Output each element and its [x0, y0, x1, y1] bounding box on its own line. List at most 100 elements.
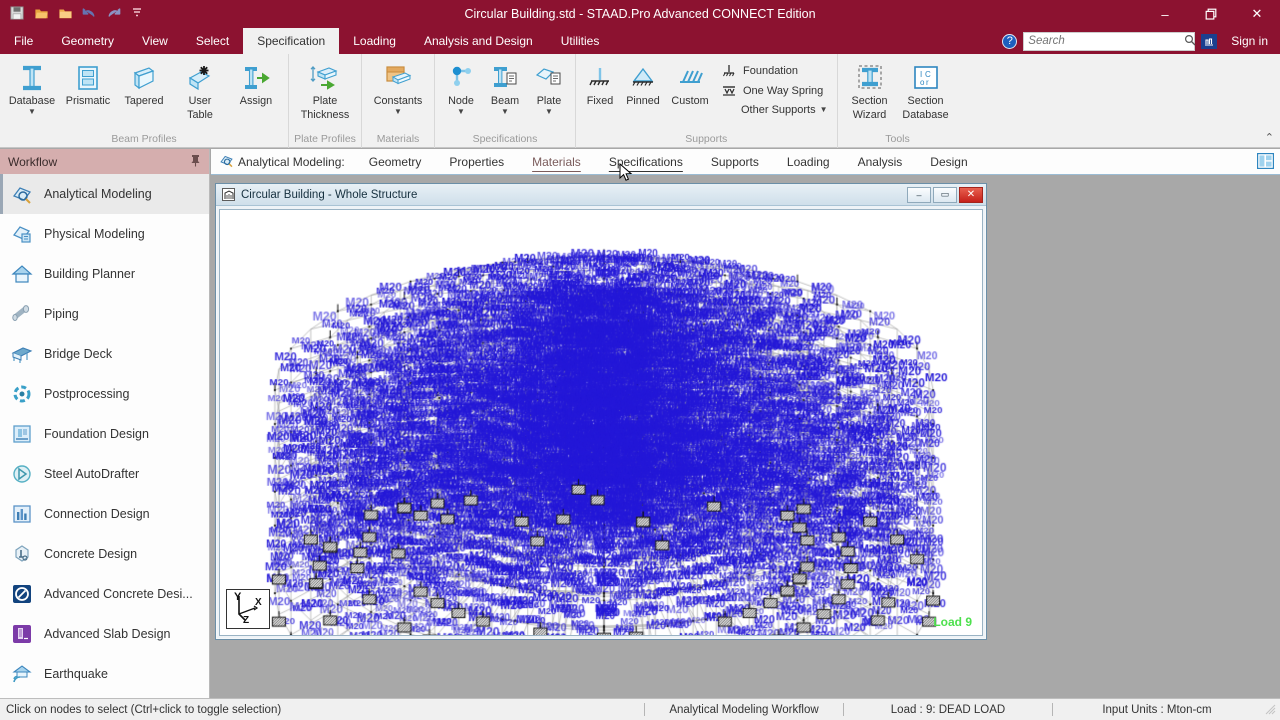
ribbon-collapse-icon[interactable]: ⌃	[1265, 131, 1274, 144]
tab-supports[interactable]: Supports	[697, 149, 773, 175]
sidebar-item-advanced-slab-design[interactable]: Advanced Slab Design	[0, 614, 209, 654]
sidebar-item-label: Bridge Deck	[44, 347, 113, 361]
user-table-icon	[187, 62, 213, 94]
mdi-close-button[interactable]: ✕	[959, 186, 983, 203]
status-load: Load : 9: DEAD LOAD	[890, 703, 1006, 716]
beam-spec-button[interactable]: Beam ▼	[484, 57, 526, 115]
window-close-button[interactable]: ✕	[1234, 0, 1280, 28]
prismatic-button[interactable]: Prismatic	[61, 57, 115, 108]
sidebar-item-steel-autodrafter[interactable]: Steel AutoDrafter	[0, 454, 209, 494]
sign-in-button[interactable]: Sign in	[1223, 34, 1276, 48]
sidebar-item-label: Steel AutoDrafter	[44, 467, 140, 481]
status-divider	[1052, 703, 1053, 716]
section-database-icon: ICor	[911, 62, 941, 94]
menu-item-file[interactable]: File	[0, 28, 47, 54]
tab-materials[interactable]: Materials	[518, 149, 595, 175]
fixed-support-button[interactable]: Fixed	[581, 57, 619, 108]
sidebar-item-building-planner[interactable]: Building Planner	[0, 254, 209, 294]
analytical-modeling-icon	[219, 153, 234, 171]
chevron-down-icon[interactable]: ▼	[394, 107, 402, 115]
sidebar-item-piping[interactable]: Piping	[0, 294, 209, 334]
beam-spec-label: Beam	[490, 95, 520, 107]
section-database-label-1: Section	[907, 95, 944, 107]
chevron-down-icon[interactable]: ▼	[501, 107, 509, 115]
search-input[interactable]	[1028, 35, 1185, 47]
pinned-support-button[interactable]: Pinned	[621, 57, 665, 108]
tab-loading[interactable]: Loading	[773, 149, 844, 175]
menu-item-loading[interactable]: Loading	[339, 28, 410, 54]
svg-text:o: o	[920, 78, 925, 87]
menu-item-specification[interactable]: Specification	[243, 28, 340, 54]
ribbon-group-label-supports: Supports	[685, 133, 728, 145]
bentley-logo-icon[interactable]	[1201, 33, 1218, 49]
sidebar-item-foundation-design[interactable]: Foundation Design	[0, 414, 209, 454]
help-icon[interactable]: ?	[1002, 33, 1018, 49]
sidebar-item-label: Concrete Design	[44, 547, 138, 561]
structure-model-canvas[interactable]	[220, 210, 982, 635]
building-planner-icon	[10, 262, 34, 286]
menu-item-analysis-and-design[interactable]: Analysis and Design	[410, 28, 547, 54]
resize-grip-icon[interactable]	[1264, 703, 1278, 717]
chevron-down-icon[interactable]: ▼	[457, 107, 465, 115]
window-minimize-button[interactable]: –	[1142, 0, 1188, 28]
assign-button[interactable]: Assign	[229, 57, 283, 108]
menu-item-utilities[interactable]: Utilities	[547, 28, 614, 54]
bridge-deck-icon	[10, 342, 34, 366]
sidebar-item-postprocessing[interactable]: Postprocessing	[0, 374, 209, 414]
sidebar-item-bridge-deck[interactable]: Bridge Deck	[0, 334, 209, 374]
other-supports-button[interactable]: Other Supports ▼	[715, 101, 832, 119]
sidebar-item-concrete-design[interactable]: Concrete Design	[0, 534, 209, 574]
mdi-maximize-button[interactable]: ▭	[933, 186, 957, 203]
mdi-title-bar[interactable]: Circular Building - Whole Structure – ▭ …	[216, 184, 986, 206]
menu-item-select[interactable]: Select	[182, 28, 243, 54]
sidebar-item-earthquake[interactable]: Earthquake	[0, 654, 209, 694]
user-table-label-1: User	[188, 95, 212, 107]
sidebar-item-connection-design[interactable]: Connection Design	[0, 494, 209, 534]
search-icon[interactable]	[1184, 34, 1196, 49]
menu-bar-right: ? Sign in	[1002, 28, 1276, 54]
model-viewport[interactable]: Y X Z Load 9	[219, 209, 983, 636]
database-button[interactable]: Database ▼	[5, 57, 59, 115]
window-restore-button[interactable]	[1188, 0, 1234, 28]
analytical-modeling-icon	[10, 182, 34, 206]
sidebar-item-analytical-modeling[interactable]: Analytical Modeling	[0, 174, 209, 214]
chevron-down-icon[interactable]: ▼	[28, 107, 36, 115]
sidebar-item-label: Analytical Modeling	[44, 187, 152, 201]
status-workflow: Analytical Modeling Workflow	[669, 703, 819, 716]
plate-spec-button[interactable]: Plate ▼	[528, 57, 570, 115]
tab-specifications[interactable]: Specifications	[595, 149, 697, 175]
sidebar-item-physical-modeling[interactable]: Physical Modeling	[0, 214, 209, 254]
custom-support-label: Custom	[671, 95, 709, 107]
user-table-label-2: Table	[187, 108, 213, 121]
tab-properties[interactable]: Properties	[435, 149, 518, 175]
foundation-design-icon	[10, 422, 34, 446]
one-way-spring-icon	[719, 83, 739, 99]
pin-icon[interactable]	[190, 154, 201, 170]
search-box[interactable]	[1023, 31, 1196, 51]
menu-item-view[interactable]: View	[128, 28, 182, 54]
mdi-minimize-button[interactable]: –	[907, 186, 931, 203]
user-table-button[interactable]: User Table	[173, 57, 227, 121]
chevron-down-icon[interactable]: ▼	[545, 107, 553, 115]
section-wizard-label-1: Section	[851, 95, 888, 107]
chevron-down-icon[interactable]: ▼	[820, 106, 828, 114]
tab-design[interactable]: Design	[916, 149, 981, 175]
constants-icon	[383, 62, 413, 94]
section-wizard-button[interactable]: Section Wizard	[843, 57, 897, 121]
plate-thickness-button[interactable]: Plate Thickness	[294, 57, 356, 121]
custom-support-button[interactable]: Custom	[667, 57, 713, 108]
tapered-button[interactable]: Tapered	[117, 57, 171, 108]
sidebar-item-label: Postprocessing	[44, 387, 130, 401]
panel-layout-icon[interactable]	[1257, 153, 1275, 170]
tab-geometry[interactable]: Geometry	[355, 149, 436, 175]
tapered-beam-icon	[131, 62, 157, 94]
node-spec-button[interactable]: Node ▼	[440, 57, 482, 115]
workflow-sidebar-title: Workflow	[8, 154, 58, 169]
constants-button[interactable]: Constants ▼	[367, 57, 429, 115]
menu-item-geometry[interactable]: Geometry	[47, 28, 128, 54]
tab-analysis[interactable]: Analysis	[844, 149, 917, 175]
sidebar-item-advanced-concrete-design[interactable]: Advanced Concrete Desi...	[0, 574, 209, 614]
section-database-button[interactable]: ICor Section Database	[899, 57, 953, 121]
foundation-support-button[interactable]: Foundation	[715, 61, 832, 81]
one-way-spring-button[interactable]: One Way Spring	[715, 81, 832, 101]
